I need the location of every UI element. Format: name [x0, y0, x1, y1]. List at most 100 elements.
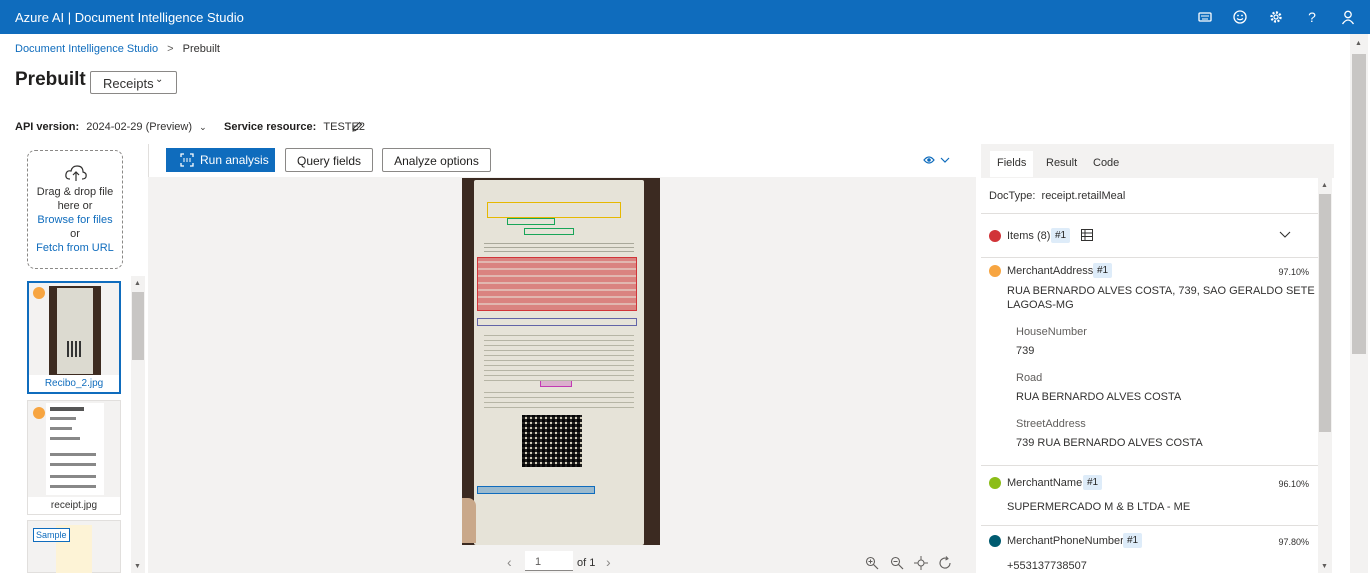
subfield-value: 739 RUA BERNARDO ALVES COSTA [1016, 437, 1203, 449]
zoom-in-icon[interactable] [865, 556, 879, 570]
dropzone-or: or [70, 228, 80, 240]
breadcrumb-chevron-icon: > [167, 43, 174, 55]
fit-to-screen-icon[interactable] [914, 556, 928, 570]
field-name: MerchantPhoneNumber [1007, 535, 1124, 547]
page-badge: #1 [1051, 228, 1071, 243]
divider [981, 213, 1321, 214]
field-color-dot-icon [989, 265, 1001, 277]
chevron-down-icon[interactable] [1279, 231, 1291, 239]
subfield-value: 739 [1016, 345, 1035, 357]
page-title: Prebuilt [15, 69, 86, 90]
user-account-icon[interactable] [1340, 9, 1356, 25]
page-count: of 1 [577, 557, 596, 569]
scroll-up-arrow-icon[interactable]: ▲ [134, 280, 141, 287]
scan-icon [180, 153, 194, 167]
scroll-up-arrow-icon[interactable]: ▲ [1355, 40, 1362, 47]
field-name: MerchantAddress [1007, 265, 1094, 277]
subfield-label: StreetAddress [1016, 418, 1086, 430]
edit-pencil-icon[interactable] [351, 121, 363, 133]
confidence-value: 97.10% [1278, 267, 1309, 277]
field-merchant-name[interactable]: MerchantName #1 96.10% SUPERMERCADO M & … [989, 475, 1309, 517]
page-scrollbar[interactable]: ▲ [1350, 34, 1368, 573]
scrollbar-thumb[interactable] [1352, 54, 1366, 354]
fetch-url-link[interactable]: Fetch from URL [28, 241, 122, 255]
status-dot-icon [33, 407, 45, 419]
status-dot-icon [33, 287, 45, 299]
confidence-value: 97.80% [1278, 537, 1309, 547]
field-color-dot-icon [989, 477, 1001, 489]
divider [981, 257, 1321, 258]
next-page-chevron-icon[interactable]: › [606, 554, 611, 570]
prev-page-chevron-icon[interactable]: ‹ [507, 554, 512, 570]
breadcrumb: Document Intelligence Studio > Prebuilt [15, 43, 220, 55]
subfield-label: Road [1016, 372, 1043, 384]
doctype-label: DocType: [989, 190, 1036, 202]
field-value-line-1: RUA BERNARDO ALVES COSTA, 739, SAO GERAL… [1007, 285, 1315, 297]
file-thumbnail-sample[interactable]: Sample [27, 520, 121, 573]
page-badge: #1 [1083, 475, 1103, 490]
results-tabs [981, 144, 1334, 178]
upload-dropzone[interactable]: Drag & drop file here or Browse for file… [27, 150, 123, 269]
rotate-icon[interactable] [938, 556, 952, 570]
field-merchant-address[interactable]: MerchantAddress #1 97.10% RUA BERNARDO A… [989, 263, 1315, 455]
query-fields-button[interactable]: Query fields [285, 148, 373, 172]
cloud-upload-icon [64, 164, 88, 182]
settings-gear-icon[interactable] [1268, 9, 1284, 25]
zoom-out-icon[interactable] [890, 556, 904, 570]
field-items-label: Items (8) [1007, 230, 1051, 242]
divider [981, 465, 1321, 466]
field-items-row[interactable]: Items (8) #1 [989, 228, 1319, 245]
scrollbar-thumb[interactable] [132, 292, 144, 360]
tab-code[interactable]: Code [1086, 151, 1126, 177]
doctype-value: receipt.retailMeal [1041, 190, 1126, 202]
keyboard-icon[interactable] [1197, 9, 1213, 25]
doctype: DocType: receipt.retailMeal [989, 190, 1125, 202]
field-value: +553137738507 [1007, 560, 1087, 572]
scroll-down-arrow-icon[interactable]: ▼ [134, 563, 141, 570]
tab-fields[interactable]: Fields [990, 151, 1034, 177]
table-view-icon[interactable] [1081, 229, 1093, 241]
file-thumbnail-receipt[interactable]: receipt.jpg [27, 400, 121, 515]
run-analysis-button[interactable]: Run analysis [166, 148, 275, 172]
page-number-input[interactable]: 1 [525, 551, 573, 571]
file-list-scrollbar[interactable]: ▲ ▼ [131, 276, 145, 573]
scrollbar-thumb[interactable] [1319, 194, 1331, 432]
feedback-smile-icon[interactable] [1232, 9, 1248, 25]
field-name: MerchantName [1007, 477, 1083, 489]
scroll-up-arrow-icon[interactable]: ▲ [1321, 182, 1328, 189]
analyze-options-button[interactable]: Analyze options [382, 148, 491, 172]
service-resource-label: Service resource: [224, 121, 317, 133]
eye-visibility-icon[interactable] [923, 154, 951, 166]
results-scrollbar[interactable]: ▲ ▼ [1318, 178, 1332, 573]
api-version-dropdown[interactable]: 2024-02-29 (Preview) [86, 121, 192, 133]
app-title: Azure AI | Document Intelligence Studio [15, 10, 244, 25]
browse-files-link[interactable]: Browse for files [28, 213, 122, 227]
file-thumbnail-recibo[interactable]: Recibo_2.jpg [27, 281, 121, 394]
help-icon[interactable]: ? [1304, 9, 1320, 25]
dropzone-text-1: Drag & drop file [36, 186, 114, 198]
breadcrumb-root-link[interactable]: Document Intelligence Studio [15, 43, 158, 55]
confidence-value: 96.10% [1278, 479, 1309, 489]
divider [981, 525, 1321, 526]
field-value: SUPERMERCADO M & B LTDA - ME [1007, 501, 1191, 513]
sample-badge: Sample [33, 528, 70, 542]
file-name: Recibo_2.jpg [29, 375, 119, 392]
field-merchant-phone[interactable]: MerchantPhoneNumber #1 97.80% +553137738… [989, 533, 1309, 573]
service-resource: Service resource: TESTE2 [224, 121, 365, 133]
file-name: receipt.jpg [28, 497, 120, 514]
page-badge: #1 [1123, 533, 1143, 548]
chevron-down-icon: ⌄ [199, 122, 207, 132]
tab-result[interactable]: Result [1039, 151, 1084, 177]
api-version: API version: 2024-02-29 (Preview) ⌄ [15, 121, 207, 133]
scroll-down-arrow-icon[interactable]: ▼ [1321, 563, 1328, 570]
subfield-label: HouseNumber [1016, 326, 1087, 338]
field-color-dot-icon [989, 230, 1001, 242]
model-dropdown[interactable]: Receipts ⌄ [90, 71, 177, 94]
model-dropdown-value: Receipts [103, 76, 154, 91]
run-analysis-label: Run analysis [200, 153, 269, 167]
receipt-image [462, 178, 660, 545]
receipt-thumbnail-image [49, 286, 101, 378]
document-viewer[interactable] [148, 177, 976, 545]
field-color-dot-icon [989, 535, 1001, 547]
api-version-label: API version: [15, 121, 80, 133]
